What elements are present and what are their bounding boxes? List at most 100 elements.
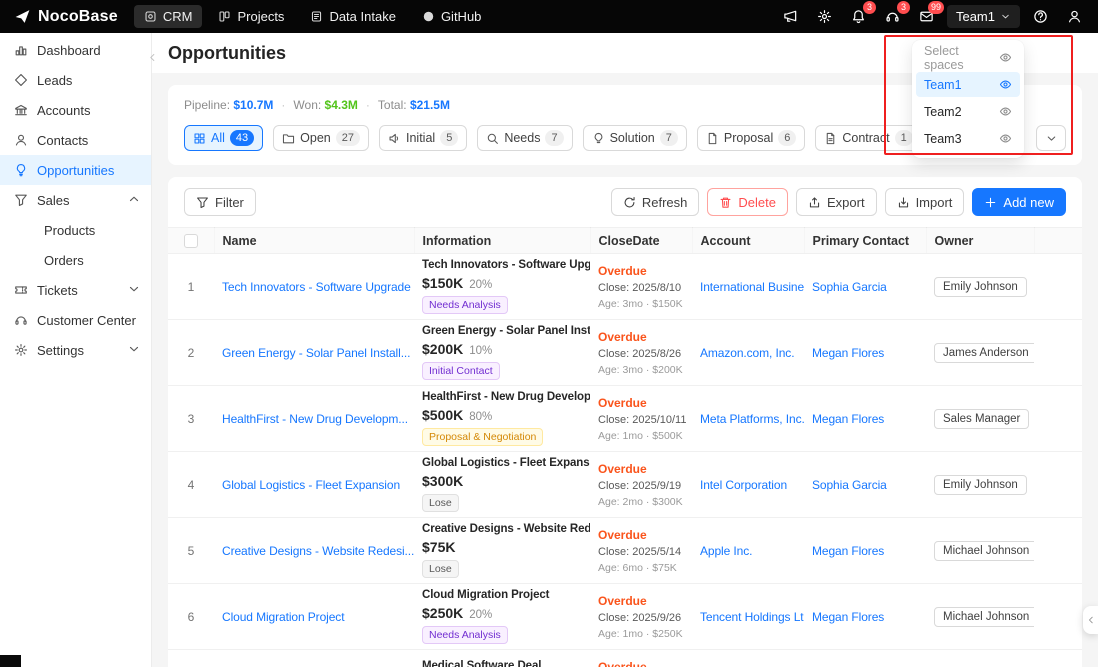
column-header-account[interactable]: Account — [692, 228, 804, 254]
delete-button[interactable]: Delete — [707, 188, 788, 216]
bell-button[interactable]: 3 — [845, 5, 873, 29]
sidebar-item-contacts[interactable]: Contacts — [0, 125, 151, 155]
table-row[interactable]: 5Creative Designs - Website Redesi...Cre… — [168, 518, 1082, 584]
account-link[interactable]: Amazon.com, Inc. — [700, 346, 794, 360]
account-link[interactable]: Meta Platforms, Inc. — [700, 412, 804, 426]
megaphone-icon — [783, 9, 798, 24]
sidebar-item-settings[interactable]: Settings — [0, 335, 151, 365]
table-row[interactable]: Medical Software DealOverdue — [168, 650, 1082, 667]
select-all-checkbox[interactable] — [184, 234, 198, 248]
tab-initial[interactable]: Initial5 — [379, 125, 467, 151]
primary-contact-link[interactable]: Megan Flores — [812, 544, 884, 558]
space-option-team1[interactable]: Team1 — [916, 72, 1020, 97]
table-row[interactable]: 2Green Energy - Solar Panel Install...Gr… — [168, 320, 1082, 386]
owner-tag: Michael Johnson — [934, 541, 1034, 561]
account-link[interactable]: Intel Corporation — [700, 478, 787, 492]
sidebar-item-products[interactable]: Products — [0, 215, 151, 245]
more-tabs-button[interactable] — [1036, 125, 1066, 151]
table-row[interactable]: 6Cloud Migration ProjectCloud Migration … — [168, 584, 1082, 650]
sidebar-item-sales[interactable]: Sales — [0, 185, 151, 215]
chevron-down-icon — [1000, 11, 1011, 22]
contacts-icon — [14, 133, 28, 147]
table-row[interactable]: 1Tech Innovators - Software UpgradeTech … — [168, 254, 1082, 320]
primary-contact-link[interactable]: Sophia Garcia — [812, 478, 887, 492]
sidebar-item-accounts[interactable]: Accounts — [0, 95, 151, 125]
opportunity-name-link[interactable]: HealthFirst - New Drug Developm... — [222, 412, 408, 426]
opportunity-name-link[interactable]: Tech Innovators - Software Upgrade — [222, 280, 411, 294]
tab-proposal[interactable]: Proposal6 — [697, 125, 805, 151]
primary-contact-link[interactable]: Megan Flores — [812, 346, 884, 360]
sidebar-item-opportunities[interactable]: Opportunities — [0, 155, 151, 185]
account-link[interactable]: Apple Inc. — [700, 544, 752, 558]
primary-contact-link[interactable]: Megan Flores — [812, 412, 884, 426]
megaphone-button[interactable] — [777, 5, 805, 29]
sidebar-item-label: Accounts — [37, 103, 90, 118]
space-option-team2[interactable]: Team2 — [916, 99, 1020, 124]
notification-badge: 99 — [928, 1, 944, 14]
github-icon — [422, 10, 435, 23]
nav-item-data-intake[interactable]: Data Intake — [300, 5, 406, 28]
nav-item-crm[interactable]: CRM — [134, 5, 203, 28]
column-header-information[interactable]: Information — [414, 228, 590, 254]
sidebar-item-customer-center[interactable]: Customer Center — [0, 305, 151, 335]
column-header-owner[interactable]: Owner — [926, 228, 1034, 254]
overdue-status: Overdue — [598, 264, 684, 278]
opportunity-name-link[interactable]: Cloud Migration Project — [222, 610, 344, 624]
row-index: 3 — [168, 386, 214, 452]
tab-open[interactable]: Open27 — [273, 125, 369, 151]
opportunity-name-link[interactable]: Creative Designs - Website Redesi... — [222, 544, 414, 558]
table-row[interactable]: 3HealthFirst - New Drug Developm...Healt… — [168, 386, 1082, 452]
amount: $250K — [422, 605, 463, 621]
support-button[interactable]: 3 — [879, 5, 907, 29]
nav-item-projects[interactable]: Projects — [208, 5, 294, 28]
sidebar-item-dashboard[interactable]: Dashboard — [0, 35, 151, 65]
profile-button[interactable] — [1060, 5, 1088, 29]
tab-label: Open — [300, 131, 331, 145]
sidebar-item-label: Customer Center — [37, 313, 136, 328]
filter-button[interactable]: Filter — [184, 188, 256, 216]
refresh-button[interactable]: Refresh — [611, 188, 700, 216]
sidebar-item-label: Leads — [37, 73, 72, 88]
tab-all[interactable]: All43 — [184, 125, 263, 151]
table-row[interactable]: 4Global Logistics - Fleet ExpansionGloba… — [168, 452, 1082, 518]
column-header-primary-contact[interactable]: Primary Contact — [804, 228, 926, 254]
gear-button[interactable] — [811, 5, 839, 29]
chevron-down-icon — [127, 282, 141, 296]
stage-badge: Initial Contact — [422, 362, 500, 380]
row-index: 5 — [168, 518, 214, 584]
overdue-status: Overdue — [598, 330, 684, 344]
stage-badge: Lose — [422, 494, 459, 512]
space-option-team3[interactable]: Team3 — [916, 126, 1020, 151]
sidebar-item-leads[interactable]: Leads — [0, 65, 151, 95]
import-button[interactable]: Import — [885, 188, 965, 216]
opportunity-name-link[interactable]: Global Logistics - Fleet Expansion — [222, 478, 400, 492]
add-new-button[interactable]: Add new — [972, 188, 1066, 216]
account-link[interactable]: International Busines — [700, 280, 804, 294]
primary-contact-link[interactable]: Megan Flores — [812, 610, 884, 624]
customer-center-icon — [14, 313, 28, 327]
probability: 80% — [469, 411, 492, 423]
tab-solution[interactable]: Solution7 — [583, 125, 687, 151]
tab-needs[interactable]: Needs7 — [477, 125, 572, 151]
sidebar-item-tickets[interactable]: Tickets — [0, 275, 151, 305]
sidebar-footer-fragment — [0, 655, 21, 667]
column-header-name[interactable]: Name — [214, 228, 414, 254]
nav-item-github[interactable]: GitHub — [412, 5, 491, 28]
sidebar-collapse-button[interactable] — [145, 48, 159, 66]
column-header-closedate[interactable]: CloseDate — [590, 228, 692, 254]
refresh-icon — [623, 196, 636, 209]
sidebar-item-orders[interactable]: Orders — [0, 245, 151, 275]
nav-item-label: Projects — [237, 9, 284, 24]
opportunity-name-link[interactable]: Green Energy - Solar Panel Install... — [222, 346, 410, 360]
inbox-button[interactable]: 99 — [913, 5, 941, 29]
account-link[interactable]: Tencent Holdings Ltc — [700, 610, 804, 624]
team-selector[interactable]: Team1 — [947, 5, 1020, 28]
probability: 20% — [469, 609, 492, 621]
tab-contract[interactable]: Contract1 — [815, 125, 921, 151]
gear-icon — [817, 9, 832, 24]
help-button[interactable] — [1026, 5, 1054, 29]
panel-expander-button[interactable] — [1083, 606, 1098, 634]
nocobase-logo[interactable]: NocoBase — [0, 8, 134, 26]
primary-contact-link[interactable]: Sophia Garcia — [812, 280, 887, 294]
export-button[interactable]: Export — [796, 188, 877, 216]
